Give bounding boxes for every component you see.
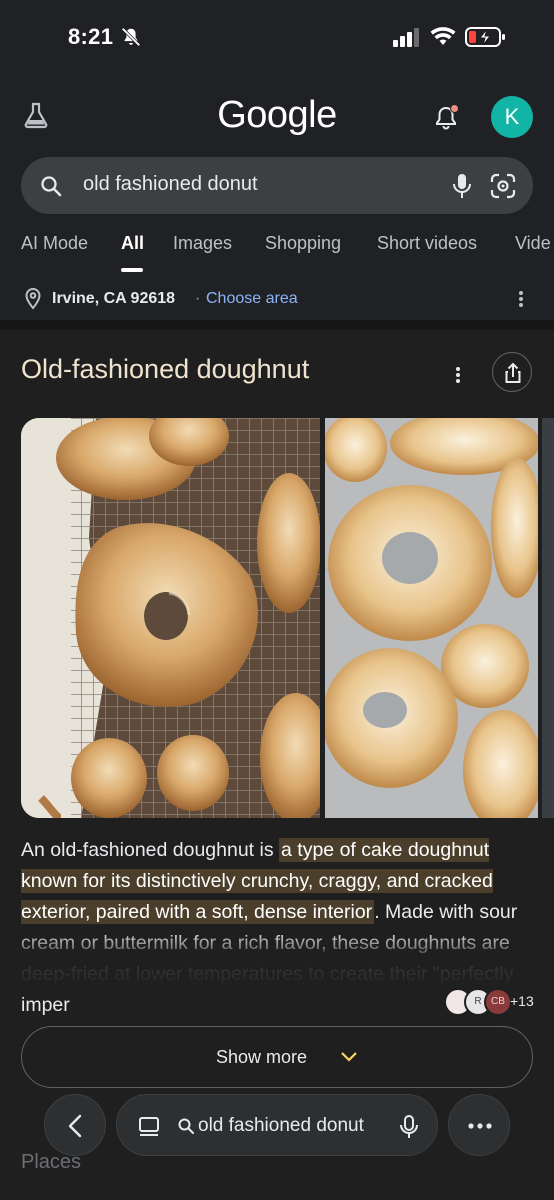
tab-ai-mode[interactable]: AI Mode xyxy=(21,233,88,254)
source-avatar-3: CB xyxy=(484,988,512,1016)
image-carousel[interactable] xyxy=(21,418,554,818)
location-pin-icon xyxy=(25,287,41,310)
description-fade xyxy=(0,930,554,992)
section-divider xyxy=(0,320,554,330)
back-button[interactable] xyxy=(44,1094,106,1156)
tab-all[interactable]: All xyxy=(121,233,144,254)
tab-videos[interactable]: Vide xyxy=(515,233,551,254)
source-count[interactable]: +13 xyxy=(510,993,534,1009)
show-more-button[interactable]: Show more xyxy=(21,1026,533,1088)
bottom-search-query[interactable]: old fashioned donut xyxy=(198,1115,364,1137)
tab-images[interactable]: Images xyxy=(173,233,232,254)
share-icon xyxy=(505,362,521,383)
tab-shopping[interactable]: Shopping xyxy=(265,233,341,254)
doughnut-marble-image[interactable] xyxy=(325,418,538,818)
location-separator: · xyxy=(195,290,201,307)
microphone-icon[interactable] xyxy=(399,1114,419,1140)
battery-charging-icon xyxy=(465,27,505,47)
doughnut-image-partial[interactable] xyxy=(542,418,554,818)
tabs-icon[interactable] xyxy=(137,1115,161,1139)
search-icon xyxy=(178,1118,194,1134)
description-prefix: An old-fashioned doughnut is xyxy=(21,839,280,861)
status-bar: 8:21 xyxy=(0,0,554,76)
more-options-button[interactable] xyxy=(448,1094,510,1156)
signal-icon xyxy=(393,28,419,47)
chevron-down-icon xyxy=(341,1052,357,1062)
doughnut-rack-photo xyxy=(21,418,320,818)
more-vert-icon[interactable] xyxy=(455,366,461,384)
knowledge-panel: Old-fashioned doughnut An old-fashioned … xyxy=(0,330,554,1200)
active-tab-indicator xyxy=(121,268,143,272)
search-input[interactable]: old fashioned donut xyxy=(83,173,258,196)
bottom-search-pill[interactable]: old fashioned donut xyxy=(116,1094,438,1156)
microphone-icon[interactable] xyxy=(451,172,473,200)
doughnut-marble-photo xyxy=(325,418,538,818)
location-bar: Irvine, CA 92618 · Choose area xyxy=(0,286,554,316)
avatar[interactable]: K xyxy=(491,96,533,138)
share-button[interactable] xyxy=(492,352,532,392)
more-horiz-icon xyxy=(468,1123,492,1129)
google-lens-icon[interactable] xyxy=(489,172,517,200)
search-icon xyxy=(41,176,62,197)
choose-area-link[interactable]: Choose area xyxy=(206,290,298,308)
top-app-bar: Google K old fashioned donut AI Mode All… xyxy=(0,76,554,326)
knowledge-panel-title[interactable]: Old-fashioned doughnut xyxy=(21,354,309,385)
notification-badge xyxy=(450,104,459,113)
show-more-label: Show more xyxy=(215,1047,307,1067)
tab-short-videos[interactable]: Short videos xyxy=(377,233,477,254)
google-logo[interactable]: Google xyxy=(0,94,554,137)
wifi-icon xyxy=(430,27,456,45)
bottom-navigation-bar: old fashioned donut xyxy=(0,1094,554,1156)
more-vert-icon[interactable] xyxy=(518,290,524,308)
search-tabs: AI Mode All Images Shopping Short videos… xyxy=(0,233,554,273)
doughnut-rack-image[interactable] xyxy=(21,418,320,818)
chevron-left-icon xyxy=(68,1114,82,1138)
search-bar[interactable]: old fashioned donut xyxy=(21,157,533,214)
bell-muted-icon xyxy=(121,27,141,47)
location-city: Irvine, CA 92618 xyxy=(52,290,176,307)
status-time: 8:21 xyxy=(68,24,114,49)
